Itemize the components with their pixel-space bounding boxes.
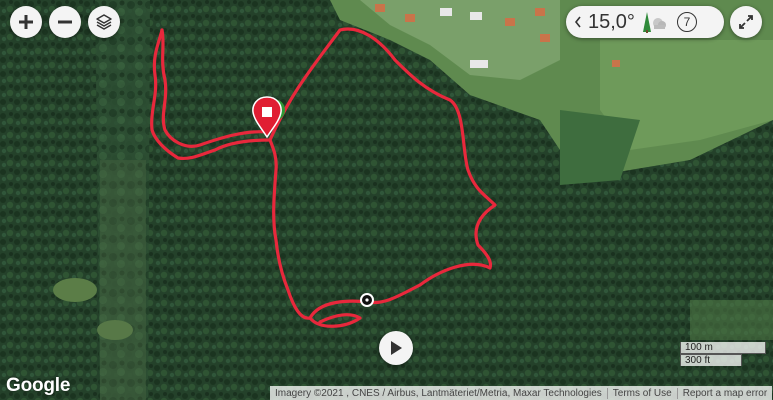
scale-imperial: 300 ft — [680, 354, 742, 366]
route-end-marker[interactable] — [250, 95, 290, 145]
partly-cloudy-icon — [642, 12, 666, 33]
play-route-button[interactable] — [379, 331, 413, 365]
google-logo: Google — [6, 375, 71, 396]
terms-link[interactable]: Terms of Use — [608, 388, 677, 399]
fullscreen-button[interactable] — [730, 6, 762, 38]
zoom-in-button[interactable] — [10, 6, 42, 38]
report-error-link[interactable]: Report a map error — [678, 388, 772, 399]
position-dot-icon — [360, 293, 374, 307]
layers-button[interactable] — [88, 6, 120, 38]
map-scale: 100 m 300 ft — [680, 342, 766, 366]
play-icon — [391, 341, 402, 355]
minus-icon — [58, 20, 72, 24]
plus-icon — [19, 15, 33, 29]
temperature: 15,0° — [588, 10, 635, 33]
weather-widget[interactable]: 15,0° 7 — [566, 6, 724, 38]
forecast-days-badge[interactable]: 7 — [676, 12, 697, 32]
scale-metric: 100 m — [680, 342, 766, 354]
chevron-left-icon[interactable] — [574, 16, 582, 28]
imagery-attribution: Imagery ©2021 , CNES / Airbus, Lantmäter… — [275, 387, 602, 399]
layers-icon — [96, 14, 112, 30]
expand-icon — [739, 15, 753, 29]
zoom-out-button[interactable] — [49, 6, 81, 38]
attribution-bar: Imagery ©2021 , CNES / Airbus, Lantmäter… — [270, 386, 773, 400]
